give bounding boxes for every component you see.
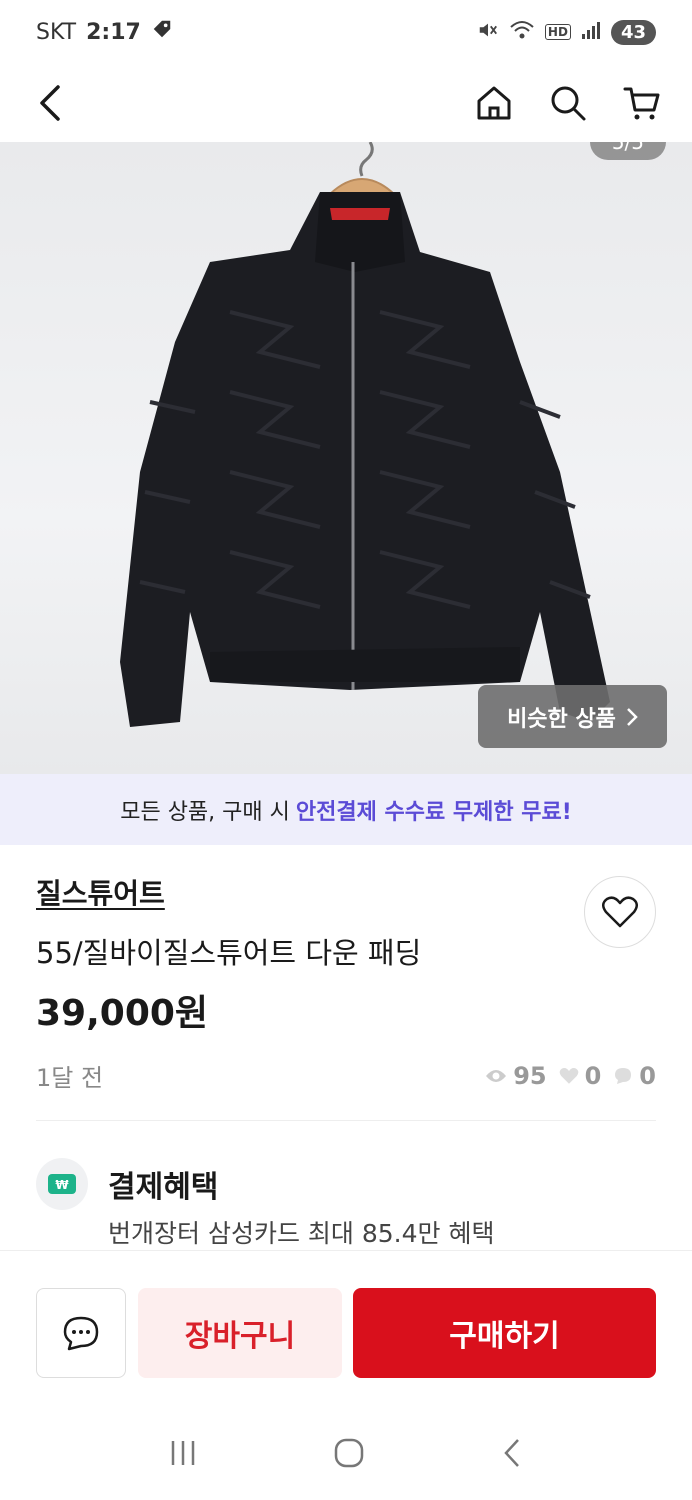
like-button[interactable] bbox=[584, 876, 656, 948]
photo-counter: 5/5 bbox=[589, 142, 666, 160]
heart-small-icon bbox=[559, 1067, 578, 1084]
recent-apps-icon bbox=[171, 1441, 194, 1465]
back-button[interactable] bbox=[30, 83, 70, 123]
system-nav bbox=[0, 1410, 692, 1500]
chat-bubble-icon bbox=[63, 1316, 99, 1351]
view-count: 95 bbox=[513, 1061, 547, 1090]
tag-icon bbox=[151, 18, 173, 46]
product-title: 55/질바이질스튜어트 다운 패딩 bbox=[36, 936, 422, 970]
eye-icon bbox=[486, 1069, 507, 1082]
back-arrow-icon bbox=[504, 1439, 520, 1467]
product-info: 질스튜어트 55/질바이질스튜어트 다운 패딩 39,000원 bbox=[36, 872, 656, 1036]
system-back-button[interactable] bbox=[500, 1437, 524, 1473]
chat-button[interactable] bbox=[36, 1288, 126, 1378]
brand-link[interactable]: 질스튜어트 bbox=[36, 872, 656, 912]
svg-text:₩: ₩ bbox=[55, 1178, 69, 1192]
product-image[interactable]: 5/5 비슷한 상품 bbox=[0, 142, 692, 774]
chat-count: 0 bbox=[639, 1061, 656, 1090]
benefit-description: 번개장터 삼성카드 최대 85.4만 혜택 bbox=[108, 1219, 495, 1248]
cart-icon bbox=[623, 87, 660, 120]
chevron-right-icon bbox=[627, 707, 638, 726]
posted-time: 1달 전 bbox=[36, 1064, 104, 1092]
top-nav bbox=[0, 64, 692, 142]
heart-icon bbox=[602, 896, 638, 928]
jacket-photo bbox=[120, 142, 610, 727]
chat-small-icon bbox=[615, 1067, 632, 1084]
promo-highlight: 안전결제 수수료 무제한 무료! bbox=[295, 799, 572, 825]
home-icon bbox=[477, 86, 511, 120]
promo-text: 모든 상품, 구매 시 bbox=[120, 799, 290, 825]
divider bbox=[36, 1120, 656, 1121]
search-button[interactable] bbox=[548, 83, 588, 123]
home-circle-icon bbox=[334, 1438, 364, 1468]
home-button[interactable] bbox=[474, 83, 514, 123]
won-card-icon: ₩ bbox=[36, 1158, 88, 1210]
buy-button[interactable]: 구매하기 bbox=[353, 1288, 656, 1378]
signal-icon bbox=[581, 20, 601, 45]
home-system-button[interactable] bbox=[333, 1437, 365, 1473]
cart-nav-button[interactable] bbox=[622, 83, 662, 123]
similar-products-button[interactable]: 비슷한 상품 bbox=[478, 685, 667, 748]
hd-voice-icon: HD bbox=[544, 24, 571, 40]
add-to-cart-button[interactable]: 장바구니 bbox=[138, 1288, 342, 1378]
search-icon bbox=[551, 86, 586, 121]
wifi-icon bbox=[509, 19, 535, 46]
clock: 2:17 bbox=[86, 19, 141, 45]
similar-products-label: 비슷한 상품 bbox=[507, 706, 616, 732]
benefit-title: 결제혜택 bbox=[108, 1170, 219, 1205]
mute-icon bbox=[477, 19, 499, 46]
recent-apps-button[interactable] bbox=[168, 1438, 198, 1472]
promo-banner[interactable]: 모든 상품, 구매 시 안전결제 수수료 무제한 무료! bbox=[0, 774, 692, 845]
chevron-left-icon bbox=[40, 85, 60, 121]
like-count: 0 bbox=[584, 1061, 602, 1090]
carrier-label: SKT bbox=[36, 19, 77, 45]
product-price: 39,000원 bbox=[36, 993, 209, 1034]
bottom-action-bar: 장바구니 구매하기 bbox=[0, 1250, 692, 1410]
battery-indicator: 43 bbox=[610, 19, 656, 45]
meta-row: 1달 전 95 0 0 bbox=[36, 1058, 656, 1093]
status-bar: SKT 2:17 HD 43 bbox=[0, 0, 692, 64]
